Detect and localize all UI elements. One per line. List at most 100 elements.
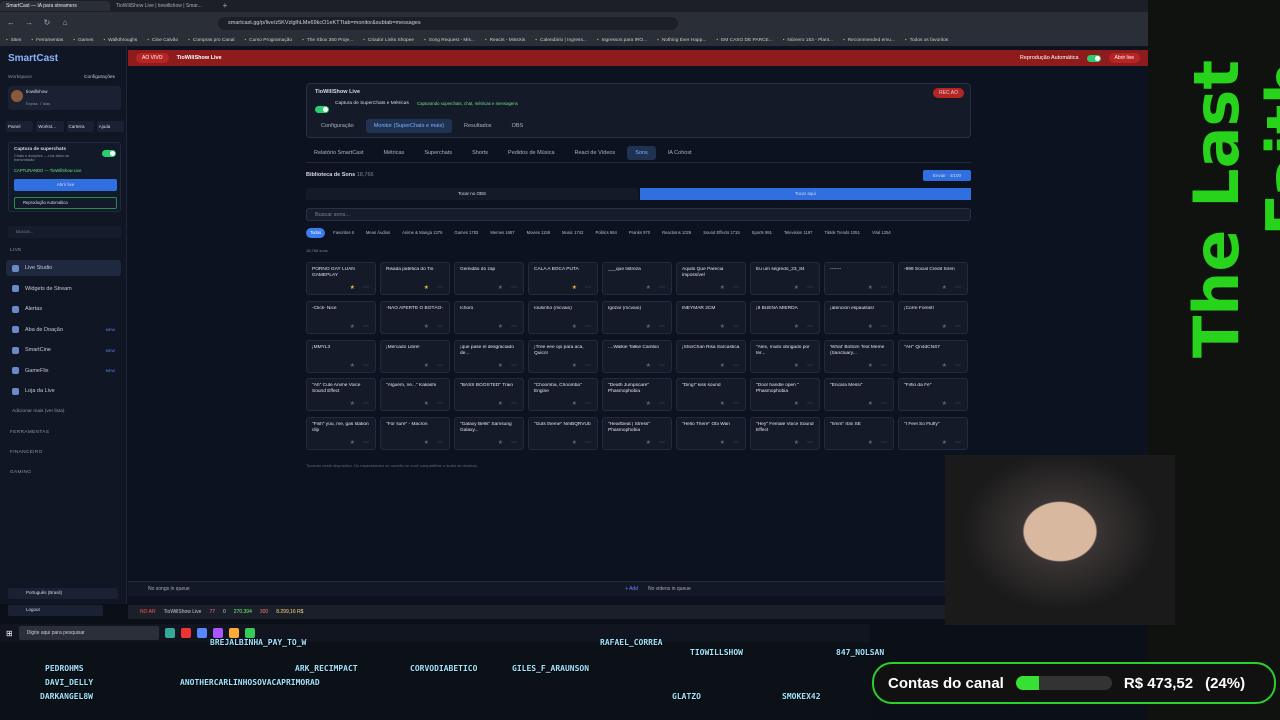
- browser-tab[interactable]: SmartCast — IA para streamers: [0, 1, 110, 11]
- app-icon[interactable]: [228, 628, 239, 638]
- star-icon[interactable]: ★: [794, 323, 799, 330]
- sound-card[interactable]: "Door handle open " Phasmophobia ★ ⋯: [750, 378, 820, 412]
- add-song-button[interactable]: + Add: [625, 586, 638, 592]
- sound-card[interactable]: "BASS BOOSTED" Train ★ ⋯: [454, 378, 524, 412]
- sound-card[interactable]: "Ding!" kiss sound ★ ⋯: [676, 378, 746, 412]
- url-field[interactable]: smartcast.gg/p/live/z5KVzlglhLMe69kcO1eK…: [218, 16, 678, 30]
- sound-card[interactable]: "Guts theme" NmBQRVUb ★ ⋯: [528, 417, 598, 451]
- auto-play-label[interactable]: Reprodução Automática: [1020, 55, 1079, 61]
- more-icon[interactable]: ⋯: [511, 362, 517, 369]
- bookmark-item[interactable]: Número 153 - Plant...: [783, 38, 833, 43]
- send-button[interactable]: Enviar · 4/100: [923, 170, 971, 181]
- tab-shorts[interactable]: Shorts: [464, 146, 496, 160]
- section-gaming[interactable]: GAMING: [10, 470, 31, 475]
- more-icon[interactable]: ⋯: [955, 362, 961, 369]
- windows-start-icon[interactable]: ⊞: [6, 629, 13, 638]
- tab-monitor[interactable]: Monitor (SuperChats e mais): [365, 119, 453, 133]
- more-icon[interactable]: ⋯: [955, 400, 961, 407]
- sound-card[interactable]: CALA A BOCA PUTA ★ ⋯: [528, 262, 598, 295]
- more-icon[interactable]: ⋯: [363, 362, 369, 369]
- tab-relat-rio-smartcast[interactable]: Relatório SmartCast: [306, 146, 372, 160]
- star-icon[interactable]: ★: [572, 439, 577, 446]
- category-chip[interactable]: Reactions 1026: [658, 228, 695, 238]
- more-icon[interactable]: ⋯: [659, 439, 665, 446]
- more-icon[interactable]: ⋯: [881, 323, 887, 330]
- more-icon[interactable]: ⋯: [363, 323, 369, 330]
- category-chip[interactable]: Viral 1254: [868, 228, 895, 238]
- sound-card[interactable]: PORNÔ GAY LUAN GAMEPLAY ★ ⋯: [306, 262, 376, 295]
- tab-ia-cohost[interactable]: IA Cohost: [660, 146, 700, 160]
- sound-card[interactable]: "Fish" you, me, gas station clip ★ ⋯: [306, 417, 376, 451]
- star-icon[interactable]: ★: [646, 439, 651, 446]
- browser-tab[interactable]: TioWillShow Live | tiowillshow | Smar...: [110, 1, 220, 11]
- taskbar-search[interactable]: Digite aqui para pesquisar: [18, 626, 159, 640]
- sidebar-item-gameflix[interactable]: GameFlix NEW: [6, 363, 121, 379]
- sound-card[interactable]: "Alex, muito obrigado por ter... ★ ⋯: [750, 339, 820, 373]
- star-icon[interactable]: ★: [572, 400, 577, 407]
- bookmark-item[interactable]: Song Request - Mis...: [424, 38, 475, 43]
- star-icon[interactable]: ★: [350, 439, 355, 446]
- sound-card[interactable]: "Alguém, né..." Kakashi ★ ⋯: [380, 378, 450, 412]
- category-chip[interactable]: Television 1197: [780, 228, 817, 238]
- more-icon[interactable]: ⋯: [659, 284, 665, 291]
- star-icon[interactable]: ★: [720, 284, 725, 291]
- language-select[interactable]: Português (Brasil): [8, 588, 118, 599]
- bookmark-item[interactable]: Sites: [6, 38, 22, 43]
- star-icon[interactable]: ★: [424, 323, 429, 330]
- section-ferramentas[interactable]: FERRAMENTAS: [10, 430, 49, 435]
- more-icon[interactable]: ⋯: [437, 439, 443, 446]
- star-icon[interactable]: ★: [498, 400, 503, 407]
- category-chip[interactable]: Anime & Mangá 1376: [398, 228, 446, 238]
- open-live-button[interactable]: Abrir live: [14, 179, 117, 191]
- app-icon[interactable]: [212, 628, 223, 638]
- star-icon[interactable]: ★: [794, 284, 799, 291]
- sound-search-input[interactable]: Buscar sons...: [306, 208, 971, 221]
- bookmark-item[interactable]: Recommended emu...: [843, 38, 895, 43]
- star-icon[interactable]: ★: [720, 400, 725, 407]
- sound-card[interactable]: Iousinho (mcvaio) ★ ⋯: [528, 300, 598, 334]
- sound-card[interactable]: "hmm" rblx SE ★ ⋯: [824, 417, 894, 451]
- more-icon[interactable]: ⋯: [881, 362, 887, 369]
- bookmark-item[interactable]: Games: [73, 38, 93, 43]
- tab-superchats[interactable]: Superchats: [416, 146, 460, 160]
- star-icon[interactable]: ★: [720, 362, 725, 369]
- star-icon[interactable]: ★: [720, 439, 725, 446]
- sound-card[interactable]: "I Feel So Fluffy" ★ ⋯: [898, 417, 968, 451]
- more-icon[interactable]: ⋯: [363, 400, 369, 407]
- sound-card[interactable]: "For sure" - Macron ★ ⋯: [380, 417, 450, 451]
- more-icon[interactable]: ⋯: [659, 362, 665, 369]
- tab-resultados[interactable]: Resultados: [456, 119, 500, 133]
- more-icon[interactable]: ⋯: [733, 284, 739, 291]
- sound-card[interactable]: "Ah" Cute Anime Voice Sound Effect ★ ⋯: [306, 378, 376, 412]
- star-icon[interactable]: ★: [572, 284, 577, 291]
- app-icon[interactable]: [196, 628, 207, 638]
- bookmark-item[interactable]: Ferramentas: [31, 38, 63, 43]
- bookmark-item[interactable]: Nothing Ever Happ...: [657, 38, 707, 43]
- star-icon[interactable]: ★: [942, 362, 947, 369]
- sound-card[interactable]: Ichoro ★ ⋯: [454, 300, 524, 334]
- category-chip[interactable]: Sound Effects 1715: [699, 228, 743, 238]
- home-icon[interactable]: ⌂: [60, 18, 70, 28]
- star-icon[interactable]: ★: [350, 323, 355, 330]
- star-icon[interactable]: ★: [942, 439, 947, 446]
- more-icon[interactable]: ⋯: [807, 362, 813, 369]
- more-icon[interactable]: ⋯: [437, 362, 443, 369]
- sound-card[interactable]: ¡MMYL3 ★ ⋯: [306, 339, 376, 373]
- more-icon[interactable]: ⋯: [363, 284, 369, 291]
- more-icon[interactable]: ⋯: [511, 284, 517, 291]
- sidebar-item-loja-da-live[interactable]: Loja da Live: [6, 383, 121, 399]
- tab-sons[interactable]: Sons: [627, 146, 656, 160]
- app-icon[interactable]: [180, 628, 191, 638]
- sound-card[interactable]: ¡Corre Forest! ★ ⋯: [898, 300, 968, 334]
- star-icon[interactable]: ★: [498, 323, 503, 330]
- sound-card[interactable]: ¡Mercado Libre! ★ ⋯: [380, 339, 450, 373]
- nav-workstation[interactable]: Workst...: [36, 121, 64, 132]
- more-icon[interactable]: ⋯: [585, 323, 591, 330]
- new-tab-icon[interactable]: +: [220, 1, 230, 11]
- sidebar-item-aba-de-doa-o[interactable]: Aba de Doação NEW: [6, 322, 121, 338]
- more-icon[interactable]: ⋯: [363, 439, 369, 446]
- star-icon[interactable]: ★: [794, 439, 799, 446]
- star-icon[interactable]: ★: [794, 362, 799, 369]
- sound-card[interactable]: ___que tistreza ★ ⋯: [602, 262, 672, 295]
- more-icon[interactable]: ⋯: [437, 284, 443, 291]
